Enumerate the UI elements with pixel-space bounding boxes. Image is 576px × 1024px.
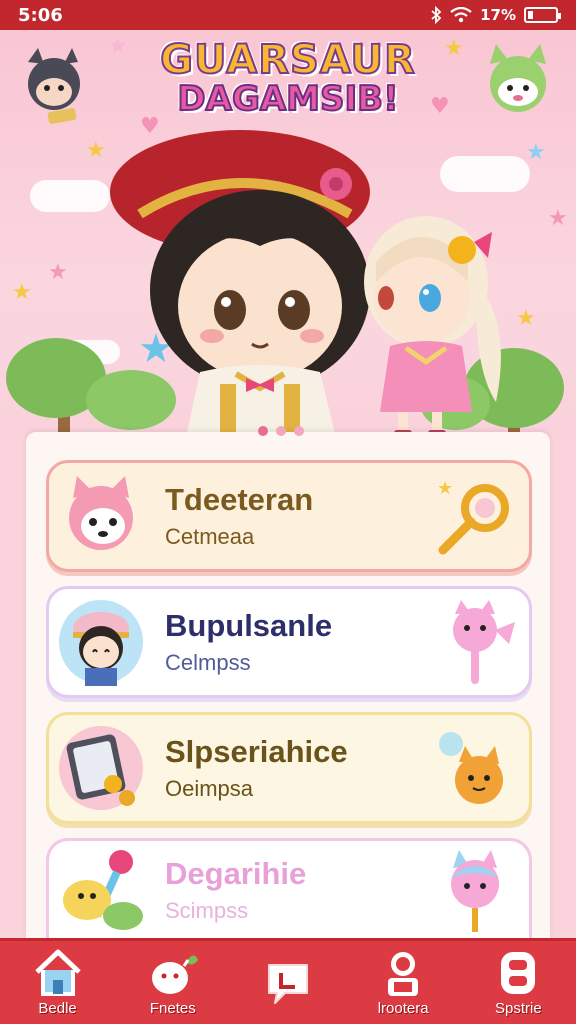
- nav-label: Bedle: [38, 1000, 77, 1017]
- star-icon: ★: [48, 260, 68, 285]
- menu-card-3[interactable]: Slpseriahice Oeimpsa: [46, 712, 532, 824]
- tablet-avatar-icon: [59, 726, 143, 810]
- status-icons: 17%: [430, 6, 561, 24]
- menu-card-2[interactable]: Bupulsanle Celmpss: [46, 586, 532, 698]
- star-icon: ★: [548, 206, 568, 231]
- card-title: Slpseriahice: [165, 734, 348, 769]
- card-text-group: Slpseriahice Oeimpsa: [165, 734, 433, 802]
- carousel-dot[interactable]: [294, 426, 304, 436]
- nav-label: Fnetes: [149, 1000, 196, 1017]
- menu-card-4[interactable]: Degarihie Scimpss: [46, 838, 532, 938]
- status-bar: 5:06 17%: [0, 0, 576, 30]
- profile-icon: [388, 952, 419, 996]
- star-icon: ★: [12, 280, 32, 305]
- logo-line-1: GUARSAUR: [159, 37, 416, 83]
- menu-card-1[interactable]: Tdeeteran Cetmeaa ★: [46, 460, 532, 572]
- card-text-group: Bupulsanle Celmpss: [165, 608, 433, 676]
- nav-item-home[interactable]: Bedle: [8, 943, 108, 1023]
- hero-banner[interactable]: ★ ★ ★ ★ ★ ★ ★ ★ ★ ♥ ♥ GUARSAUR DAGAMSIB!: [0, 30, 576, 440]
- card-subtitle: Oeimpsa: [165, 776, 254, 801]
- card-subtitle: Scimpss: [165, 897, 249, 923]
- logo-line-2: DAGAMSIB!: [176, 79, 399, 119]
- carousel-dot-active[interactable]: [258, 426, 268, 436]
- pink-cat-avatar-icon: [69, 476, 133, 550]
- star-icon: ★: [444, 36, 464, 61]
- star-icon: ★: [526, 140, 546, 165]
- carousel-dot[interactable]: [276, 426, 286, 436]
- bottom-navigation: Bedle Fnetes lrootera Spstrie: [0, 938, 576, 1024]
- card-title: Tdeeteran: [165, 482, 314, 517]
- nav-label: lrootera: [377, 1000, 429, 1017]
- app-logo: GUARSAUR DAGAMSIB!: [148, 37, 428, 119]
- blonde-girl-character: [364, 216, 501, 440]
- nav-item-pets[interactable]: Fnetes: [123, 943, 223, 1023]
- boy-avatar-icon: [59, 600, 143, 686]
- menu-panel: Tdeeteran Cetmeaa ★ Bupulsanle Celmpss S…: [26, 432, 550, 938]
- star-icon: ★: [108, 34, 128, 59]
- battery-percent: 17%: [480, 6, 516, 24]
- nav-label: Spstrie: [495, 1000, 542, 1017]
- orange-cat-icon: [439, 732, 503, 804]
- magic-wand-icon: ★: [437, 478, 509, 555]
- chat-icon: [267, 963, 308, 1004]
- settings-icon: [501, 952, 536, 994]
- star-icon: ★: [516, 306, 536, 331]
- yellow-cat-avatar-icon: [63, 849, 143, 930]
- card-text-group: Tdeeteran Cetmeaa: [165, 482, 433, 550]
- cloud-decoration: [440, 156, 530, 192]
- carousel-indicator[interactable]: [258, 426, 304, 436]
- nav-item-settings[interactable]: Spstrie: [468, 943, 568, 1023]
- battery-icon: [524, 7, 561, 23]
- heart-icon: ♥: [430, 94, 450, 119]
- card-subtitle: Cetmeaa: [165, 524, 255, 549]
- cloud-decoration: [30, 180, 110, 212]
- home-icon: [34, 949, 81, 996]
- green-cat-mascot-icon: [490, 44, 546, 112]
- svg-text:★: ★: [437, 478, 453, 499]
- pink-cat-wand-icon: [453, 600, 515, 684]
- status-time: 5:06: [18, 4, 63, 26]
- wifi-icon: [450, 7, 472, 23]
- bluetooth-icon: [431, 6, 442, 24]
- nav-item-chat[interactable]: [238, 943, 338, 1023]
- pet-icon: [151, 955, 198, 994]
- black-cat-mascot-icon: [28, 48, 80, 124]
- nav-item-profile[interactable]: lrootera: [353, 943, 453, 1023]
- card-title: Bupulsanle: [165, 608, 333, 643]
- card-text-group: Degarihie Scimpss: [165, 856, 433, 924]
- card-subtitle: Celmpss: [165, 650, 251, 675]
- card-title: Degarihie: [165, 855, 307, 891]
- pastel-cat-icon: [451, 849, 499, 932]
